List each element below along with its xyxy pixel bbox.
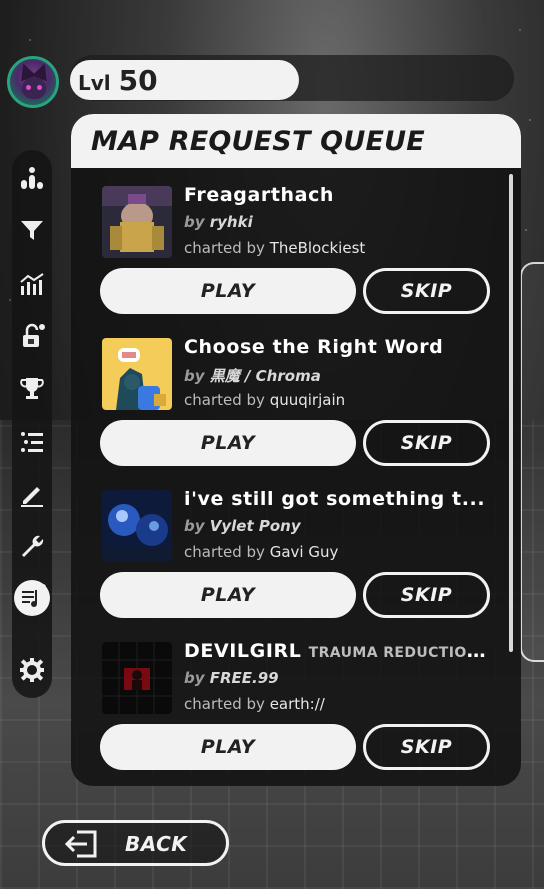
song-title: DEVILGIRL TRAUMA REDUCTION... [184, 640, 494, 662]
album-cover [102, 338, 172, 410]
play-button[interactable]: PLAY [100, 724, 356, 770]
back-button[interactable]: BACK [42, 820, 229, 866]
leaderboard-icon[interactable] [14, 160, 50, 196]
chart-author: charted by Gavi Guy [184, 543, 339, 561]
chart-author: charted by quuqirjain [184, 391, 346, 409]
level-label: Lvl [78, 71, 111, 95]
song-artist: by ryhki [184, 213, 253, 231]
skip-button[interactable]: SKIP [363, 268, 490, 314]
avatar[interactable] [7, 56, 59, 108]
album-cover [102, 186, 172, 258]
filter-icon[interactable] [14, 212, 50, 248]
unlock-icon[interactable] [14, 318, 50, 354]
edit-icon[interactable] [14, 476, 50, 512]
play-button[interactable]: PLAY [100, 572, 356, 618]
song-title: Choose the Right Word [184, 336, 444, 358]
chart-author: charted by TheBlockiest [184, 239, 366, 257]
skip-button[interactable]: SKIP [363, 724, 490, 770]
album-cover [102, 642, 172, 714]
panel-title: MAP REQUEST QUEUE [91, 126, 425, 157]
music-queue-icon[interactable] [14, 580, 50, 616]
gear-icon[interactable] [14, 652, 50, 688]
level-badge: Lvl 50 [70, 60, 299, 100]
song-artist: by FREE.99 [184, 669, 279, 687]
exit-icon [64, 830, 97, 858]
panel-header: MAP REQUEST QUEUE [71, 114, 521, 168]
trophy-icon[interactable] [14, 370, 50, 406]
play-button[interactable]: PLAY [100, 268, 356, 314]
song-title: i've still got something t... [184, 488, 486, 510]
song-title: Freagarthach [184, 184, 335, 206]
back-label: BACK [125, 832, 188, 856]
play-button[interactable]: PLAY [100, 420, 356, 466]
level-value: 50 [118, 64, 158, 97]
list-icon[interactable] [14, 424, 50, 460]
chart-author: charted by earth:// [184, 695, 325, 713]
skip-button[interactable]: SKIP [363, 420, 490, 466]
song-artist: by Vylet Pony [184, 517, 301, 535]
song-artist: by 黒魔 / Chroma [184, 367, 321, 385]
scrollbar[interactable] [509, 174, 513, 652]
wrench-icon[interactable] [14, 528, 50, 564]
stats-icon[interactable] [14, 266, 50, 302]
background-pillar [520, 262, 544, 662]
skip-button[interactable]: SKIP [363, 572, 490, 618]
song-subtitle: TRAUMA REDUCTION... [308, 645, 494, 661]
album-cover [102, 490, 172, 562]
